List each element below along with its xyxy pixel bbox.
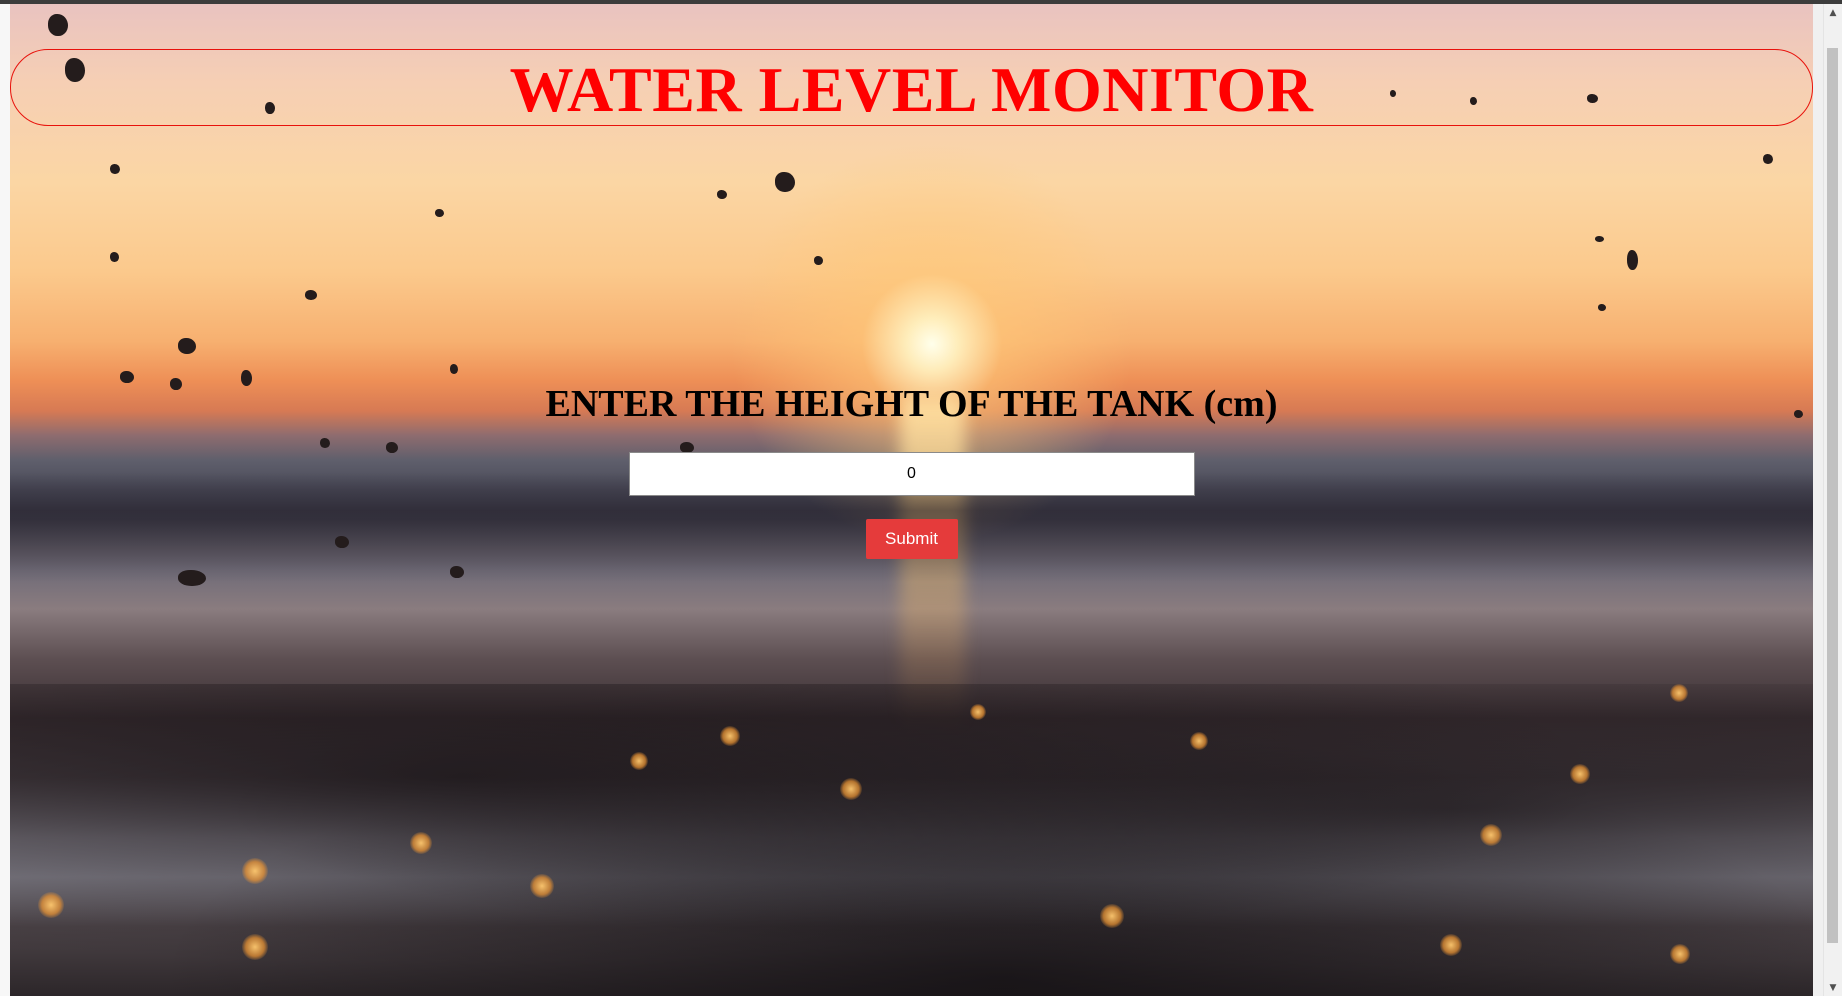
sand-speck bbox=[814, 256, 823, 265]
bokeh-light bbox=[1190, 732, 1208, 750]
sand-speck bbox=[450, 566, 464, 578]
sand-speck bbox=[110, 252, 119, 262]
bokeh-light bbox=[38, 892, 64, 918]
bokeh-light bbox=[1100, 904, 1124, 928]
sand-speck bbox=[1595, 236, 1604, 242]
page-header: WATER LEVEL MONITOR bbox=[10, 49, 1813, 126]
bokeh-light bbox=[720, 726, 740, 746]
sand-speck bbox=[305, 290, 317, 300]
tank-height-form: ENTER THE HEIGHT OF THE TANK (cm) Submit bbox=[10, 383, 1813, 559]
page-title: WATER LEVEL MONITOR bbox=[509, 53, 1314, 125]
bokeh-light bbox=[1670, 944, 1690, 964]
bokeh-light bbox=[1440, 934, 1462, 956]
vertical-scrollbar[interactable]: ▲ ▼ bbox=[1823, 4, 1842, 996]
foreground-shore bbox=[10, 684, 1813, 996]
bokeh-light bbox=[1480, 824, 1502, 846]
sand-speck bbox=[178, 338, 196, 354]
sand-speck bbox=[110, 164, 120, 174]
page-viewport: WATER LEVEL MONITOR ENTER THE HEIGHT OF … bbox=[10, 4, 1813, 996]
tank-height-label: ENTER THE HEIGHT OF THE TANK (cm) bbox=[545, 383, 1278, 425]
bokeh-light bbox=[530, 874, 554, 898]
bokeh-light bbox=[1570, 764, 1590, 784]
sand-speck bbox=[178, 570, 206, 586]
sand-speck bbox=[450, 364, 458, 374]
left-edge bbox=[0, 4, 10, 996]
sand-speck bbox=[48, 14, 68, 36]
sand-speck bbox=[1598, 304, 1606, 311]
sand-speck bbox=[775, 172, 795, 192]
sand-speck bbox=[1627, 250, 1638, 270]
sand-speck bbox=[120, 371, 134, 383]
sand-speck bbox=[717, 190, 727, 199]
bokeh-light bbox=[630, 752, 648, 770]
submit-button[interactable]: Submit bbox=[865, 518, 958, 559]
sand-speck bbox=[435, 209, 444, 217]
bokeh-light bbox=[970, 704, 986, 720]
bokeh-light bbox=[242, 934, 268, 960]
bokeh-light bbox=[840, 778, 862, 800]
sand-speck bbox=[1763, 154, 1773, 164]
tank-height-input[interactable] bbox=[628, 451, 1195, 496]
scroll-down-icon[interactable]: ▼ bbox=[1824, 979, 1842, 996]
scrollbar-thumb[interactable] bbox=[1827, 48, 1838, 943]
bokeh-light bbox=[1670, 684, 1688, 702]
bokeh-light bbox=[242, 858, 268, 884]
scroll-up-icon[interactable]: ▲ bbox=[1824, 4, 1842, 21]
bokeh-light bbox=[410, 832, 432, 854]
